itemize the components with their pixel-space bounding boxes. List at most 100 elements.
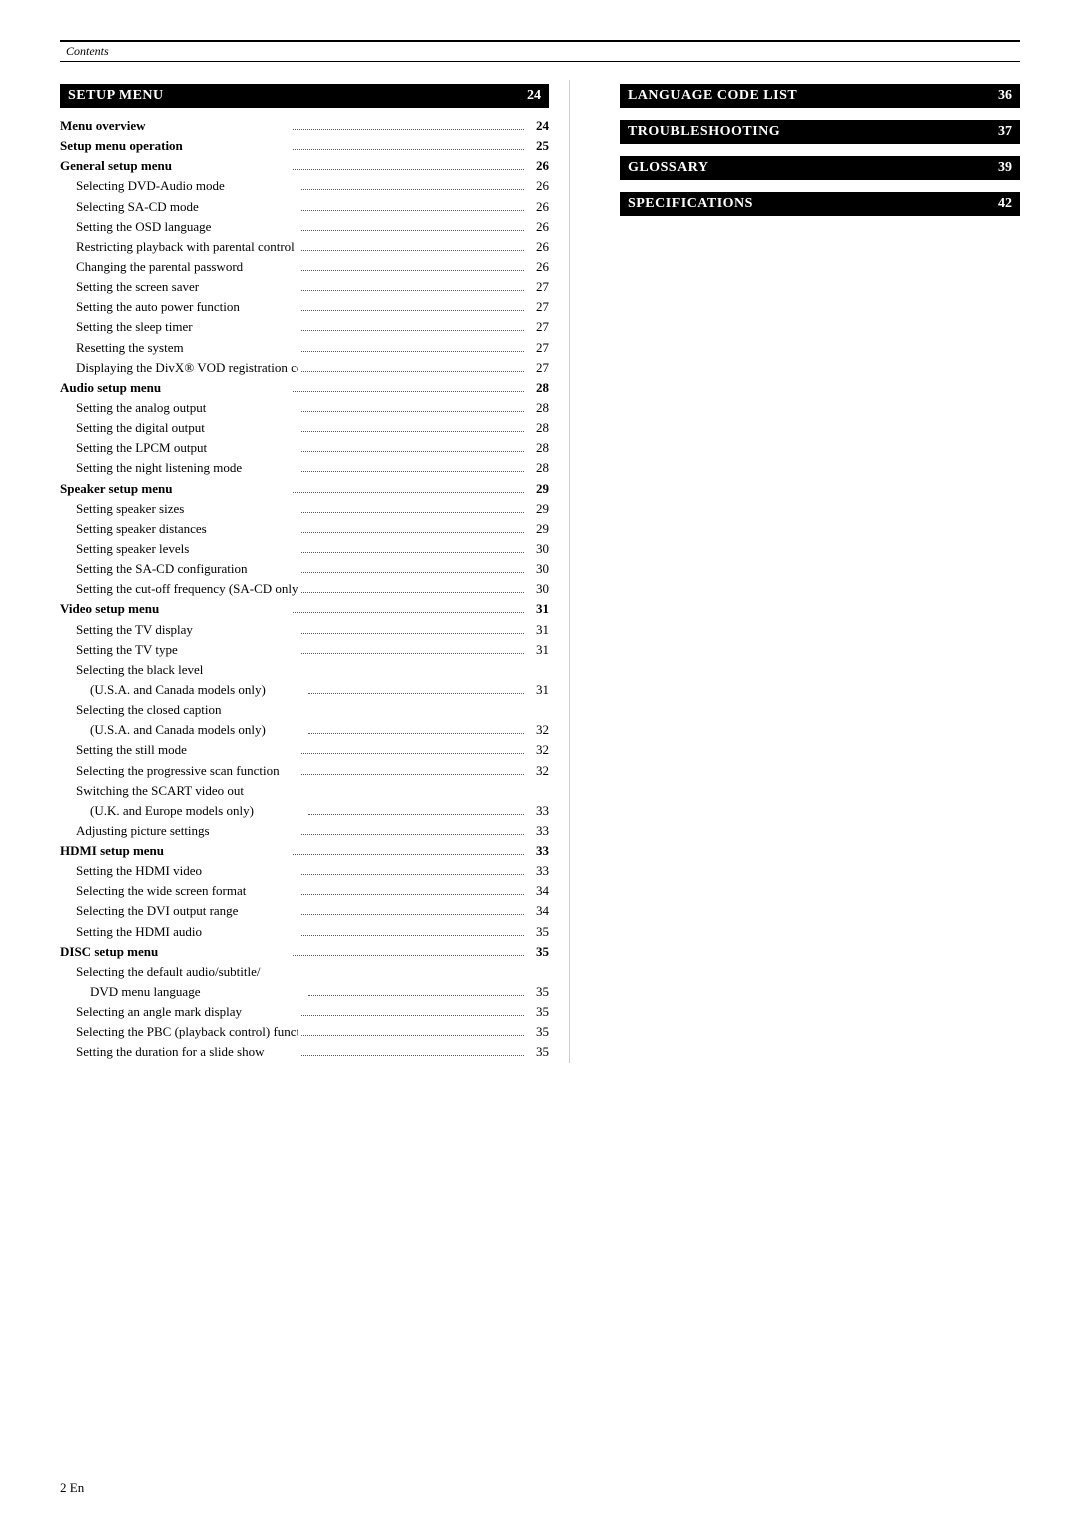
toc-entry-line2: DVD menu language35 xyxy=(76,982,549,1002)
toc-entry-label: Setting the analog output xyxy=(76,398,298,418)
toc-entry-page: 31 xyxy=(527,620,549,640)
toc-entry: Setting the screen saver 27 xyxy=(60,277,549,297)
toc-entry-dots xyxy=(301,592,523,593)
specifications-page: 42 xyxy=(998,196,1012,212)
toc-entry-page: 33 xyxy=(527,841,549,861)
toc-entry-multiline: Selecting the black level(U.S.A. and Can… xyxy=(60,660,549,700)
toc-entry-dots xyxy=(293,129,523,130)
toc-entry-page: 30 xyxy=(527,559,549,579)
toc-entry-label: Resetting the system xyxy=(76,338,298,358)
toc-entry: Selecting the progressive scan function 3… xyxy=(60,761,549,781)
toc-entry-dots xyxy=(301,874,523,875)
toc-entry-label: Setting the digital output xyxy=(76,418,298,438)
toc-entry: Setup menu operation25 xyxy=(60,136,549,156)
toc-entry-page: 26 xyxy=(527,237,549,257)
toc-entry: Restricting playback with parental contr… xyxy=(60,237,549,257)
toc-entry-dots xyxy=(301,330,523,331)
toc-entry-dots xyxy=(293,955,523,956)
toc-entry-dots xyxy=(308,814,523,815)
setup-menu-page: 24 xyxy=(527,88,541,104)
toc-entry-page: 26 xyxy=(527,197,549,217)
toc-entry-page: 27 xyxy=(527,317,549,337)
toc-entry-label: Adjusting picture settings xyxy=(76,821,298,841)
toc-entry: Setting the still mode32 xyxy=(60,740,549,760)
toc-entry-line2: (U.S.A. and Canada models only)31 xyxy=(76,680,549,700)
toc-entry-dots xyxy=(301,774,523,775)
toc-entry-dots xyxy=(308,733,523,734)
toc-entry-dots xyxy=(301,512,523,513)
toc-entry-page: 30 xyxy=(527,579,549,599)
toc-entry-dots xyxy=(301,914,523,915)
toc-entry-dots xyxy=(301,1015,523,1016)
toc-entry-dots xyxy=(301,471,523,472)
toc-entry: Video setup menu31 xyxy=(60,599,549,619)
toc-entry-label: Restricting playback with parental contr… xyxy=(76,237,298,257)
toc-entry-page: 26 xyxy=(527,257,549,277)
toc-entry-label: Setting speaker sizes xyxy=(76,499,298,519)
toc-entry-line2-label: (U.S.A. and Canada models only) xyxy=(90,680,305,700)
footer-text: 2 En xyxy=(60,1480,84,1495)
toc-entry: Speaker setup menu29 xyxy=(60,479,549,499)
toc-entry-line2: (U.S.A. and Canada models only)32 xyxy=(76,720,549,740)
toc-entry: HDMI setup menu 33 xyxy=(60,841,549,861)
toc-entry-dots xyxy=(301,310,523,311)
toc-entry-dots xyxy=(301,451,523,452)
header-label: Contents xyxy=(66,44,109,58)
toc-entry-multiline: Switching the SCART video out(U.K. and E… xyxy=(60,781,549,821)
toc-entry: Setting the LPCM output28 xyxy=(60,438,549,458)
toc-entry-label: DISC setup menu xyxy=(60,942,290,962)
glossary-title: GLOSSARY xyxy=(628,160,709,176)
toc-entry-page: 27 xyxy=(527,338,549,358)
glossary-header: GLOSSARY 39 xyxy=(620,156,1020,180)
troubleshooting-title: TROUBLESHOOTING xyxy=(628,124,780,140)
toc-entry-page: 33 xyxy=(527,861,549,881)
toc-entry: Selecting DVD-Audio mode26 xyxy=(60,176,549,196)
toc-entry: Setting the HDMI video33 xyxy=(60,861,549,881)
toc-entry-page: 34 xyxy=(527,881,549,901)
toc-entry-label: Selecting DVD-Audio mode xyxy=(76,176,298,196)
toc-entry: Adjusting picture settings33 xyxy=(60,821,549,841)
toc-entry-dots xyxy=(293,169,523,170)
toc-entry-page: 28 xyxy=(527,398,549,418)
toc-entry-dots xyxy=(301,633,523,634)
toc-entry-line2-label: (U.K. and Europe models only) xyxy=(90,801,305,821)
left-column: SETUP MENU 24 Menu overview24Setup menu … xyxy=(60,80,570,1063)
toc-entry: Setting the auto power function27 xyxy=(60,297,549,317)
toc-entry-label: Setting the screen saver xyxy=(76,277,298,297)
glossary-page: 39 xyxy=(998,160,1012,176)
toc-entry-dots xyxy=(301,894,523,895)
page: Contents SETUP MENU 24 Menu overview24Se… xyxy=(0,0,1080,1526)
toc-entry: Setting the night listening mode28 xyxy=(60,458,549,478)
language-code-list-section: LANGUAGE CODE LIST 36 xyxy=(620,84,1020,108)
toc-entry-page: 29 xyxy=(527,519,549,539)
toc-entry-page: 27 xyxy=(527,277,549,297)
toc-entry-dots xyxy=(293,854,523,855)
toc-entry-label: Selecting the progressive scan function xyxy=(76,761,298,781)
right-column: LANGUAGE CODE LIST 36 TROUBLESHOOTING 37… xyxy=(610,80,1020,1063)
toc-entry-label: Selecting an angle mark display xyxy=(76,1002,298,1022)
toc-entry-page: 30 xyxy=(527,539,549,559)
toc-entry-page: 32 xyxy=(527,761,549,781)
toc-entry-line2: (U.K. and Europe models only)33 xyxy=(76,801,549,821)
toc-entry-dots xyxy=(301,210,523,211)
toc-entry-label: Setting speaker levels xyxy=(76,539,298,559)
toc-entry-dots xyxy=(301,290,523,291)
toc-entry-label: HDMI setup menu xyxy=(60,841,290,861)
glossary-section: GLOSSARY 39 xyxy=(620,156,1020,180)
header-bar: Contents xyxy=(60,40,1020,62)
toc-entry-page: 26 xyxy=(527,156,549,176)
toc-entry-page: 35 xyxy=(527,942,549,962)
troubleshooting-page: 37 xyxy=(998,124,1012,140)
toc-entry-page: 35 xyxy=(527,1022,549,1042)
toc-entries: Menu overview24Setup menu operation25Gen… xyxy=(60,116,549,1063)
toc-entry-label: Changing the parental password xyxy=(76,257,298,277)
toc-entry-page: 28 xyxy=(527,438,549,458)
page-footer: 2 En xyxy=(60,1480,84,1496)
toc-entry-label: Selecting the black level xyxy=(76,660,549,680)
toc-entry: Setting the OSD language26 xyxy=(60,217,549,237)
toc-entry-label: Setting the cut-off frequency (SA-CD onl… xyxy=(76,579,298,599)
toc-entry: Setting the digital output28 xyxy=(60,418,549,438)
toc-entry-dots xyxy=(301,572,523,573)
specifications-header: SPECIFICATIONS 42 xyxy=(620,192,1020,216)
toc-entry-dots xyxy=(301,411,523,412)
